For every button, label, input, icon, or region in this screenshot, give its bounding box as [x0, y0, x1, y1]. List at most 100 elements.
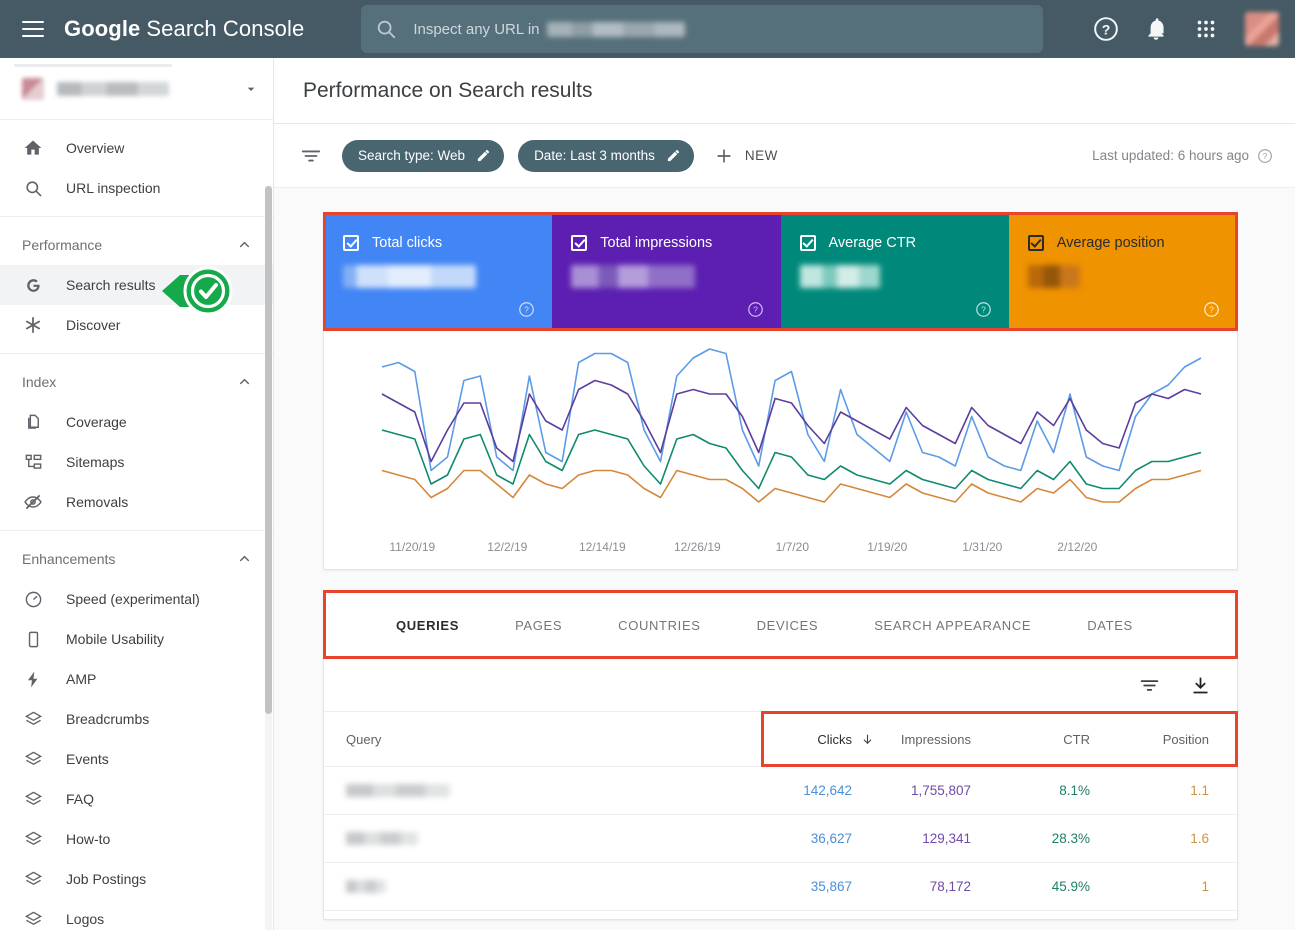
chevron-down-icon[interactable]	[243, 81, 259, 97]
chart-plot-area	[381, 348, 1202, 503]
property-selector[interactable]	[0, 58, 273, 120]
help-icon[interactable]: ?	[1093, 16, 1119, 42]
column-header-ctr[interactable]: CTR	[999, 732, 1118, 747]
metric-checkbox[interactable]	[571, 235, 588, 251]
tab-queries[interactable]: QUERIES	[368, 591, 487, 659]
column-header-clicks[interactable]: Clicks	[761, 732, 880, 747]
user-avatar[interactable]	[1245, 12, 1279, 46]
hamburger-icon[interactable]	[22, 21, 44, 37]
add-filter-button[interactable]: NEW	[714, 146, 778, 166]
sidebar-item-amp[interactable]: AMP	[0, 659, 273, 699]
sidebar-item-coverage[interactable]: Coverage	[0, 402, 273, 442]
sidebar-item-search-results[interactable]: Search results	[0, 265, 273, 305]
sidebar-item-events[interactable]: Events	[0, 739, 273, 779]
sidebar-section-performance[interactable]: Performance	[0, 225, 273, 265]
redacted-query-text	[346, 880, 386, 893]
redacted-query-text	[346, 832, 418, 845]
sidebar-section-enhancements[interactable]: Enhancements	[0, 539, 273, 579]
help-circle-icon[interactable]: ?	[747, 301, 764, 318]
metric-card-total-clicks[interactable]: Total clicks ?	[324, 213, 553, 330]
layers-icon	[22, 868, 44, 890]
last-updated-label: Last updated: 6 hours ago	[1092, 148, 1249, 163]
apps-grid-icon[interactable]	[1193, 16, 1219, 42]
sidebar-item-label: FAQ	[66, 791, 95, 807]
documents-icon	[22, 411, 44, 433]
app-brand: Google Search Console	[64, 16, 304, 42]
sidebar-item-job-postings[interactable]: Job Postings	[0, 859, 273, 899]
metric-checkbox[interactable]	[343, 235, 359, 251]
sidebar-item-label: URL inspection	[66, 180, 161, 196]
table-row[interactable]: 142,642 1,755,807 8.1% 1.1	[324, 767, 1237, 815]
position-value: 1.6	[1190, 831, 1209, 846]
table-row[interactable]: 35,867 78,172 45.9% 1	[324, 863, 1237, 911]
chip-label: Date: Last 3 months	[534, 148, 655, 163]
speedometer-icon	[22, 588, 44, 610]
redacted-query-text	[346, 784, 450, 797]
tab-search-appearance[interactable]: SEARCH APPEARANCE	[846, 591, 1059, 659]
header-actions: ?	[1069, 12, 1295, 46]
sidebar-section-index[interactable]: Index	[0, 362, 273, 402]
sidebar-item-logos[interactable]: Logos	[0, 899, 273, 930]
pencil-icon[interactable]	[476, 148, 491, 163]
metric-checkbox[interactable]	[799, 235, 816, 251]
bell-icon[interactable]	[1143, 16, 1169, 42]
metric-value-redacted	[571, 265, 696, 288]
search-icon	[378, 20, 396, 39]
tab-devices[interactable]: DEVICES	[729, 591, 847, 659]
sidebar-item-url-inspection[interactable]: URL inspection	[0, 168, 273, 208]
sidebar-nav: Overview URL inspection Performance Sear…	[0, 120, 273, 930]
metric-card-total-impressions[interactable]: Total impressions ?	[552, 213, 781, 330]
pencil-icon[interactable]	[666, 148, 681, 163]
tab-countries[interactable]: COUNTRIES	[590, 591, 728, 659]
sidebar-item-discover[interactable]: Discover	[0, 305, 273, 345]
tab-pages[interactable]: PAGES	[487, 591, 590, 659]
help-circle-icon[interactable]: ?	[518, 301, 535, 318]
column-header-position[interactable]: Position	[1118, 732, 1237, 747]
help-circle-icon[interactable]: ?	[1203, 301, 1220, 318]
download-icon[interactable]	[1190, 675, 1211, 696]
chevron-up-icon[interactable]	[236, 551, 253, 568]
sidebar-item-how-to[interactable]: How-to	[0, 819, 273, 859]
chevron-up-icon[interactable]	[236, 237, 253, 254]
plus-icon	[717, 148, 731, 163]
sidebar-item-overview[interactable]: Overview	[0, 128, 273, 168]
filter-icon[interactable]	[300, 145, 322, 167]
column-header-label: Clicks	[817, 731, 852, 747]
sidebar-item-faq[interactable]: FAQ	[0, 779, 273, 819]
metric-checkbox[interactable]	[1027, 235, 1044, 251]
sidebar-item-mobile-usability[interactable]: Mobile Usability	[0, 619, 273, 659]
column-header-impressions[interactable]: Impressions	[880, 732, 999, 747]
sidebar-item-breadcrumbs[interactable]: Breadcrumbs	[0, 699, 273, 739]
mobile-icon	[22, 628, 44, 650]
url-inspection-input[interactable]: Inspect any URL in	[361, 5, 1044, 53]
sidebar-item-speed[interactable]: Speed (experimental)	[0, 579, 273, 619]
metric-card-average-ctr[interactable]: Average CTR ?	[780, 213, 1009, 330]
filter-icon[interactable]	[1139, 675, 1160, 696]
asterisk-icon	[22, 314, 44, 336]
ctr-value: 8.1%	[1059, 783, 1090, 798]
tab-dates[interactable]: DATES	[1059, 591, 1161, 659]
table-row[interactable]: 36,627 129,341 28.3% 1.6	[324, 815, 1237, 863]
chip-search-type[interactable]: Search type: Web	[342, 139, 505, 172]
help-circle-icon[interactable]: ?	[1257, 148, 1273, 164]
sidebar-item-removals[interactable]: Removals	[0, 482, 273, 522]
column-header-query[interactable]: Query	[324, 732, 761, 747]
sidebar-item-label: Mobile Usability	[66, 631, 165, 647]
dimension-tabs: QUERIES PAGES COUNTRIES DEVICES SEARCH A…	[323, 590, 1238, 659]
chevron-up-icon[interactable]	[236, 374, 253, 391]
sidebar-scrollbar-thumb[interactable]	[265, 186, 272, 714]
help-circle-icon[interactable]: ?	[975, 301, 992, 318]
add-filter-label: NEW	[744, 148, 778, 163]
layers-icon	[22, 908, 44, 930]
property-favicon	[22, 77, 44, 100]
metric-card-average-position[interactable]: Average position ?	[1008, 213, 1237, 330]
ctr-value: 45.9%	[1051, 879, 1090, 894]
sidebar-section-label: Index	[22, 374, 57, 390]
sidebar-item-label: Coverage	[66, 414, 127, 430]
query-cell	[324, 880, 761, 893]
sidebar-item-sitemaps[interactable]: Sitemaps	[0, 442, 273, 482]
arrow-down-icon	[863, 734, 872, 744]
brand-product: Search Console	[146, 16, 305, 41]
sidebar-item-label: How-to	[66, 831, 111, 847]
chip-date-range[interactable]: Date: Last 3 months	[518, 139, 694, 172]
